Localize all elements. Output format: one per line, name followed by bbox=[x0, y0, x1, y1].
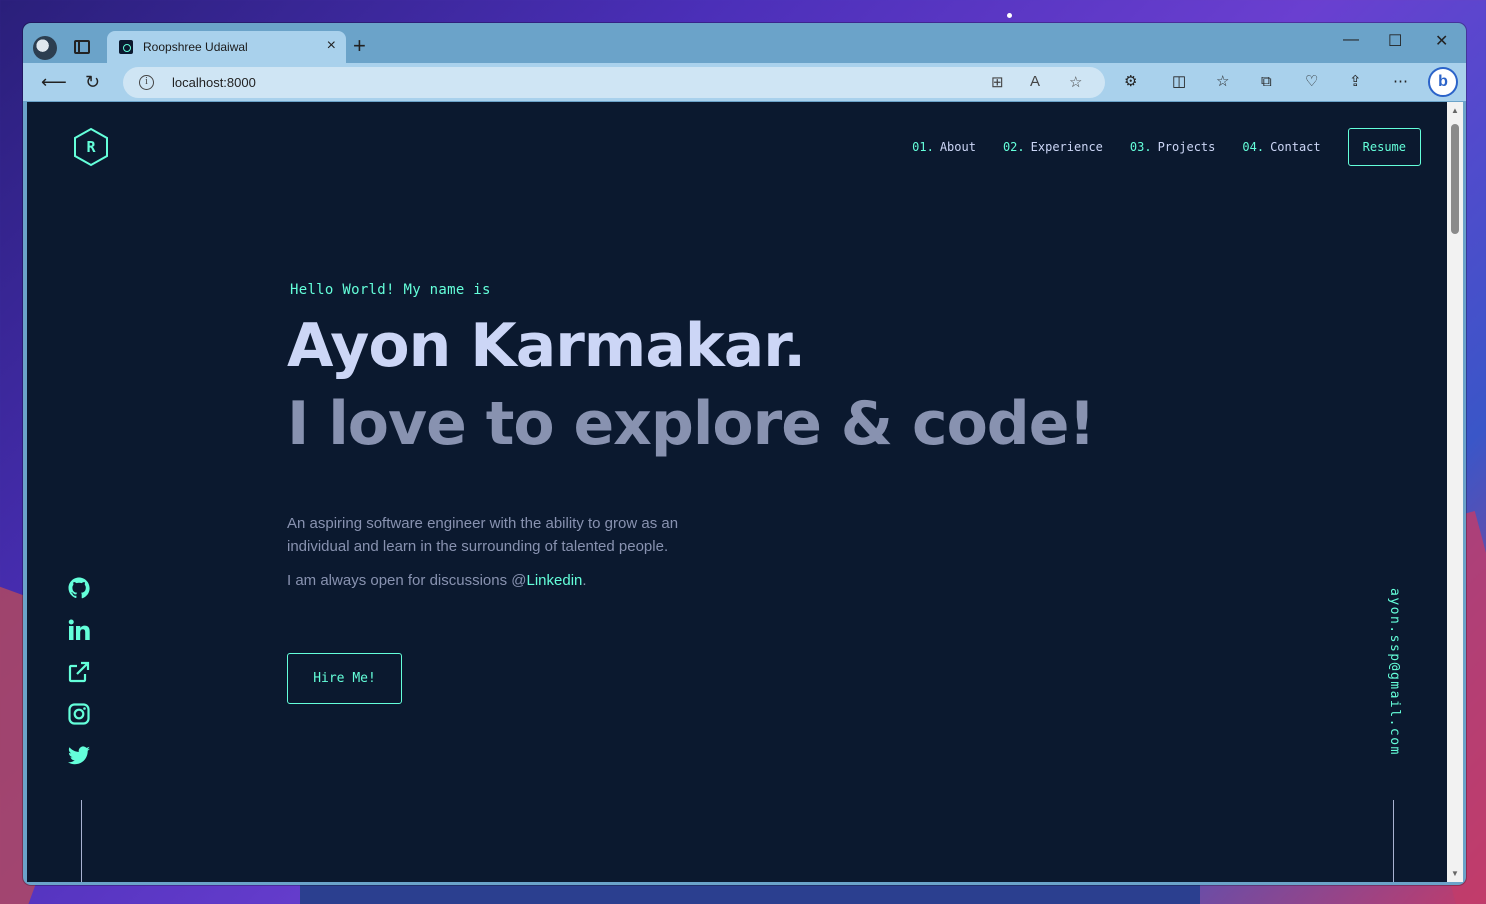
main-nav: 01. About 02. Experience 03. Projects 04. Co… bbox=[885, 128, 1421, 166]
nav-number: 04. bbox=[1242, 140, 1265, 154]
nav-number: 02. bbox=[1002, 140, 1025, 154]
scroll-thumb[interactable] bbox=[1451, 124, 1459, 234]
external-link-icon[interactable] bbox=[67, 660, 91, 684]
extensions-icon[interactable]: ⚙ bbox=[1124, 73, 1137, 91]
page-viewport: R 01. About 02. Experience 03. Projects 04.… bbox=[27, 102, 1447, 882]
hero-greeting: Hello World! My name is bbox=[290, 282, 491, 298]
nav-label: Experience bbox=[1030, 140, 1103, 154]
instagram-icon[interactable] bbox=[67, 702, 91, 726]
discussion-prefix: I am always open for discussions @ bbox=[287, 572, 527, 589]
read-aloud-icon[interactable]: A bbox=[1030, 73, 1040, 90]
nav-contact[interactable]: 04. Contact bbox=[1242, 140, 1320, 154]
hero-name: Ayon Karmakar. bbox=[287, 311, 806, 381]
nav-number: 01. bbox=[912, 140, 934, 154]
collections-icon[interactable]: ⧉ bbox=[1261, 73, 1272, 91]
discussion-suffix: . bbox=[582, 572, 587, 589]
tab-close-icon[interactable]: × bbox=[327, 38, 336, 54]
split-screen-icon[interactable]: ◫ bbox=[1172, 73, 1186, 91]
browser-window: Roopshree Udaiwal × + — ☐ ✕ ⟵ ↻ i localh… bbox=[23, 23, 1466, 885]
resume-button[interactable]: Resume bbox=[1347, 128, 1421, 166]
hero-discussion-text: I am always open for discussions @Linked… bbox=[287, 572, 1187, 589]
github-icon[interactable] bbox=[67, 576, 91, 600]
hire-me-button[interactable]: Hire Me! bbox=[287, 653, 402, 704]
logo-letter: R bbox=[86, 138, 96, 156]
site-logo[interactable]: R bbox=[72, 127, 110, 167]
bing-copilot-icon[interactable]: b bbox=[1428, 67, 1458, 97]
scroll-down-arrow-icon[interactable]: ▼ bbox=[1451, 869, 1459, 878]
new-tab-button[interactable]: + bbox=[353, 35, 366, 57]
refresh-icon[interactable]: ↻ bbox=[85, 71, 100, 93]
nav-label: Projects bbox=[1157, 140, 1216, 154]
favorite-star-icon[interactable]: ☆ bbox=[1069, 73, 1082, 91]
close-window-button[interactable]: ✕ bbox=[1435, 31, 1448, 51]
social-divider-line bbox=[81, 800, 82, 882]
linkedin-icon[interactable] bbox=[67, 618, 91, 642]
maximize-button[interactable]: ☐ bbox=[1388, 31, 1402, 51]
url-text[interactable]: localhost:8000 bbox=[172, 75, 256, 90]
nav-about[interactable]: 01. About bbox=[912, 140, 976, 154]
nav-number: 03. bbox=[1129, 140, 1152, 154]
social-links bbox=[67, 576, 97, 786]
wallpaper-star bbox=[1007, 13, 1012, 18]
nav-label: About bbox=[939, 140, 976, 154]
address-bar[interactable]: i localhost:8000 ⊞ A ☆ bbox=[123, 67, 1105, 98]
tab-title: Roopshree Udaiwal bbox=[143, 40, 248, 54]
tab-bar: Roopshree Udaiwal × + — ☐ ✕ bbox=[23, 23, 1466, 64]
performance-icon[interactable]: ♡ bbox=[1305, 73, 1318, 91]
favorites-icon[interactable]: ☆ bbox=[1216, 73, 1229, 91]
browser-tab[interactable]: Roopshree Udaiwal × bbox=[107, 31, 346, 64]
hero-tagline: I love to explore & code! bbox=[287, 389, 1096, 459]
info-icon[interactable]: i bbox=[139, 75, 154, 90]
nav-label: Contact bbox=[1270, 140, 1321, 154]
scroll-up-arrow-icon[interactable]: ▲ bbox=[1451, 106, 1459, 115]
tab-actions-icon[interactable] bbox=[74, 40, 90, 54]
favicon-icon bbox=[119, 40, 133, 54]
profile-avatar[interactable] bbox=[33, 36, 57, 60]
twitter-icon[interactable] bbox=[67, 744, 91, 768]
back-arrow-icon[interactable]: ⟵ bbox=[41, 71, 67, 93]
page-scrollbar[interactable]: ▲ ▼ bbox=[1447, 102, 1463, 882]
share-icon[interactable]: ⇪ bbox=[1349, 73, 1362, 91]
browser-toolbar: ⟵ ↻ i localhost:8000 ⊞ A ☆ ⚙ ◫ ☆ ⧉ ♡ ⇪ ⋯… bbox=[23, 63, 1466, 101]
more-menu-icon[interactable]: ⋯ bbox=[1393, 73, 1408, 91]
hero-description: An aspiring software engineer with the a… bbox=[287, 515, 679, 555]
email-divider-line bbox=[1393, 800, 1394, 882]
app-available-icon[interactable]: ⊞ bbox=[991, 73, 1004, 91]
linkedin-link[interactable]: Linkedin bbox=[527, 572, 583, 589]
hero-section: Hello World! My name is Ayon Karmakar. I… bbox=[287, 282, 1187, 704]
nav-projects[interactable]: 03. Projects bbox=[1130, 140, 1215, 154]
email-link[interactable]: ayon.ssp@gmail.com bbox=[1382, 588, 1402, 778]
minimize-button[interactable]: — bbox=[1343, 31, 1359, 49]
nav-experience[interactable]: 02. Experience bbox=[1003, 140, 1103, 154]
